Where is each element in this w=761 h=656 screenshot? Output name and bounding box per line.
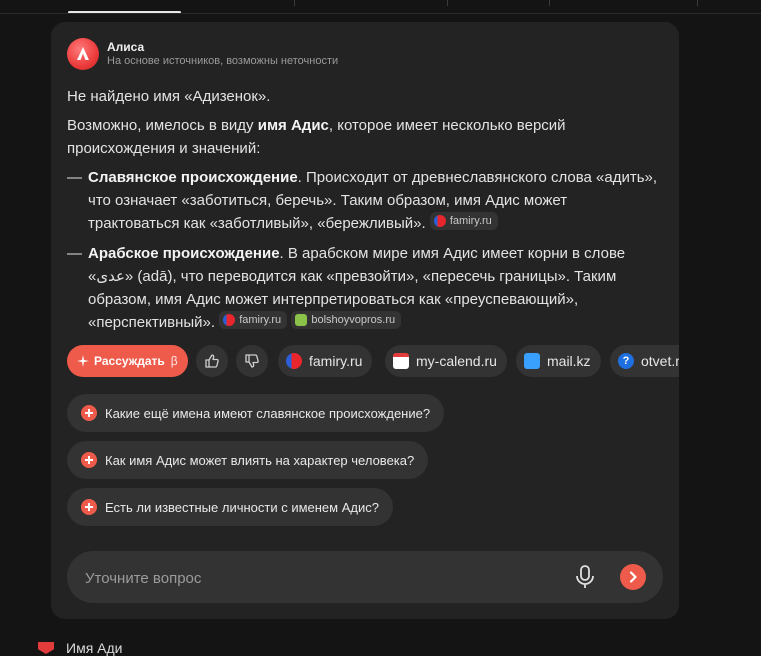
like-button[interactable]	[196, 345, 228, 377]
calendar-icon	[393, 353, 409, 369]
plus-icon	[81, 452, 97, 468]
yandex-icon	[38, 642, 54, 654]
alice-answer-card: Алиса На основе источников, возможны нет…	[51, 22, 679, 619]
source-chip-famiry[interactable]: famiry.ru	[278, 345, 373, 377]
question-input-bar	[67, 551, 663, 603]
source-chip-otvet[interactable]: ?otvet.mail.ru	[610, 345, 679, 377]
mail-icon	[524, 353, 540, 369]
thumbs-down-icon	[245, 354, 259, 368]
famiry-icon	[433, 215, 446, 227]
answer-intro: Возможно, имелось в виду имя Адис, котор…	[67, 117, 566, 157]
suggestion-2[interactable]: Как имя Адис может влиять на характер че…	[67, 441, 429, 479]
sparkle-icon	[77, 355, 89, 367]
suggestion-3[interactable]: Есть ли известные личности с именем Адис…	[67, 488, 393, 526]
microphone-button[interactable]	[574, 565, 596, 589]
alice-logo-icon	[67, 38, 99, 70]
source-badge-famiry[interactable]: famiry.ru	[219, 311, 288, 329]
assistant-name: Алиса	[107, 39, 145, 54]
answer-item-slavic: — Славянское происхождение. Происходит о…	[67, 169, 658, 232]
send-button[interactable]	[620, 564, 646, 590]
chevron-right-icon	[629, 571, 637, 583]
source-badge-bolshoyvopros[interactable]: bolshoyvopros.ru	[291, 311, 402, 329]
assistant-disclaimer: На основе источников, возможны неточност…	[107, 54, 339, 67]
next-result[interactable]: Имя Ади	[38, 640, 123, 656]
actions-row: Рассуждать β famiry.ru my-calend.ru mail.…	[67, 345, 679, 377]
famiry-icon	[223, 314, 236, 326]
top-tab-bar	[0, 0, 761, 14]
plus-icon	[81, 499, 97, 515]
answer-not-found: Не найдено имя «Адизенок».	[67, 88, 271, 105]
plus-icon	[81, 405, 97, 421]
answer-text: Не найдено имя «Адизенок». Возможно, име…	[67, 85, 662, 341]
dislike-button[interactable]	[236, 345, 268, 377]
source-badge-famiry[interactable]: famiry.ru	[429, 212, 498, 230]
microphone-icon	[576, 565, 594, 588]
question-icon: ?	[618, 353, 634, 369]
bolshoyvopros-icon	[295, 314, 308, 326]
famiry-icon	[286, 353, 302, 369]
think-button[interactable]: Рассуждать β	[67, 345, 188, 377]
item-title: Славянское происхождение	[88, 169, 298, 186]
source-chip-my-calend[interactable]: my-calend.ru	[385, 345, 507, 377]
source-chip-mail-kz[interactable]: mail.kz	[516, 345, 601, 377]
answer-header: Алиса На основе источников, возможны нет…	[67, 38, 338, 70]
question-input[interactable]	[83, 565, 557, 591]
suggestion-1[interactable]: Какие ещё имена имеют славянское происхо…	[67, 394, 445, 432]
tab-divider	[0, 13, 761, 14]
answer-item-arabic: — Арабское происхождение. В арабском мир…	[67, 245, 626, 331]
item-title: Арабское происхождение	[88, 245, 280, 262]
thumbs-up-icon	[205, 354, 219, 368]
